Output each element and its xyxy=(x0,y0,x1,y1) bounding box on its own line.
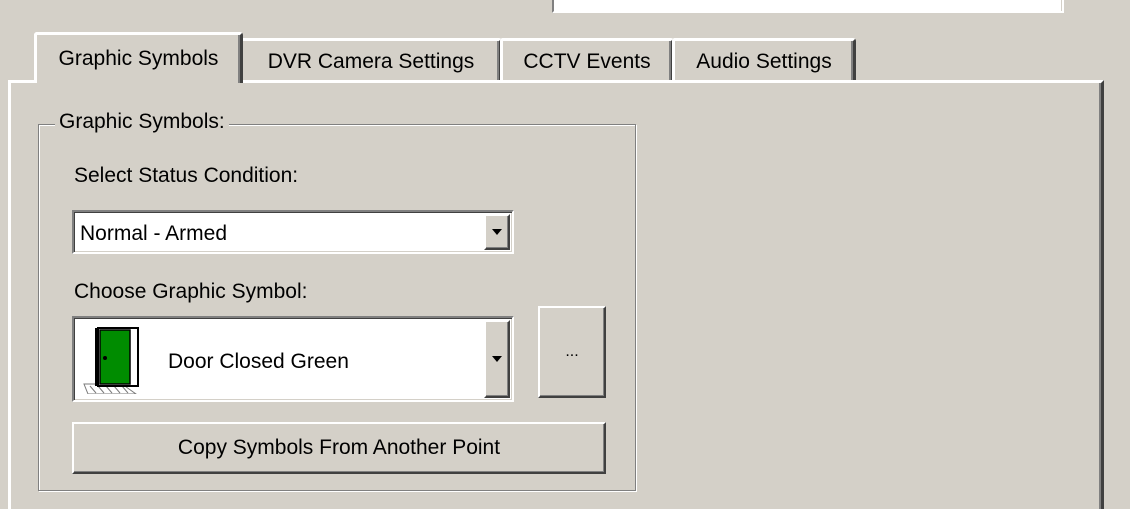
graphic-symbol-select[interactable]: Door Closed Green xyxy=(72,316,514,402)
copy-symbols-button[interactable]: Copy Symbols From Another Point xyxy=(72,422,606,474)
tab-label: CCTV Events xyxy=(523,50,651,73)
chevron-down-icon xyxy=(492,356,502,362)
tab-audio-settings[interactable]: Audio Settings xyxy=(672,38,856,83)
tab-graphic-symbols[interactable]: Graphic Symbols xyxy=(34,32,243,83)
graphic-symbol-value: Door Closed Green xyxy=(168,350,349,373)
top-field[interactable] xyxy=(552,0,1064,13)
status-condition-label: Select Status Condition: xyxy=(74,164,299,187)
browse-symbol-button[interactable]: ... xyxy=(538,306,606,398)
tab-dvr-camera-settings[interactable]: DVR Camera Settings xyxy=(240,38,502,83)
status-condition-value: Normal - Armed xyxy=(80,222,228,245)
chevron-down-icon xyxy=(492,229,502,235)
graphic-symbol-label: Choose Graphic Symbol: xyxy=(74,280,308,303)
tab-label: DVR Camera Settings xyxy=(267,50,475,73)
properties-window: Graphic Symbols DVR Camera Settings CCTV… xyxy=(0,0,1130,509)
door-closed-green-icon xyxy=(83,327,139,394)
tab-label: Graphic Symbols xyxy=(58,47,219,70)
tab-label: Audio Settings xyxy=(696,50,832,73)
group-title: Graphic Symbols: xyxy=(55,110,229,134)
symbol-dropdown-button[interactable] xyxy=(484,320,510,398)
tab-cctv-events[interactable]: CCTV Events xyxy=(500,38,674,83)
status-condition-select[interactable]: Normal - Armed xyxy=(72,210,514,254)
status-dropdown-button[interactable] xyxy=(484,214,510,250)
active-tab-join xyxy=(37,78,234,84)
